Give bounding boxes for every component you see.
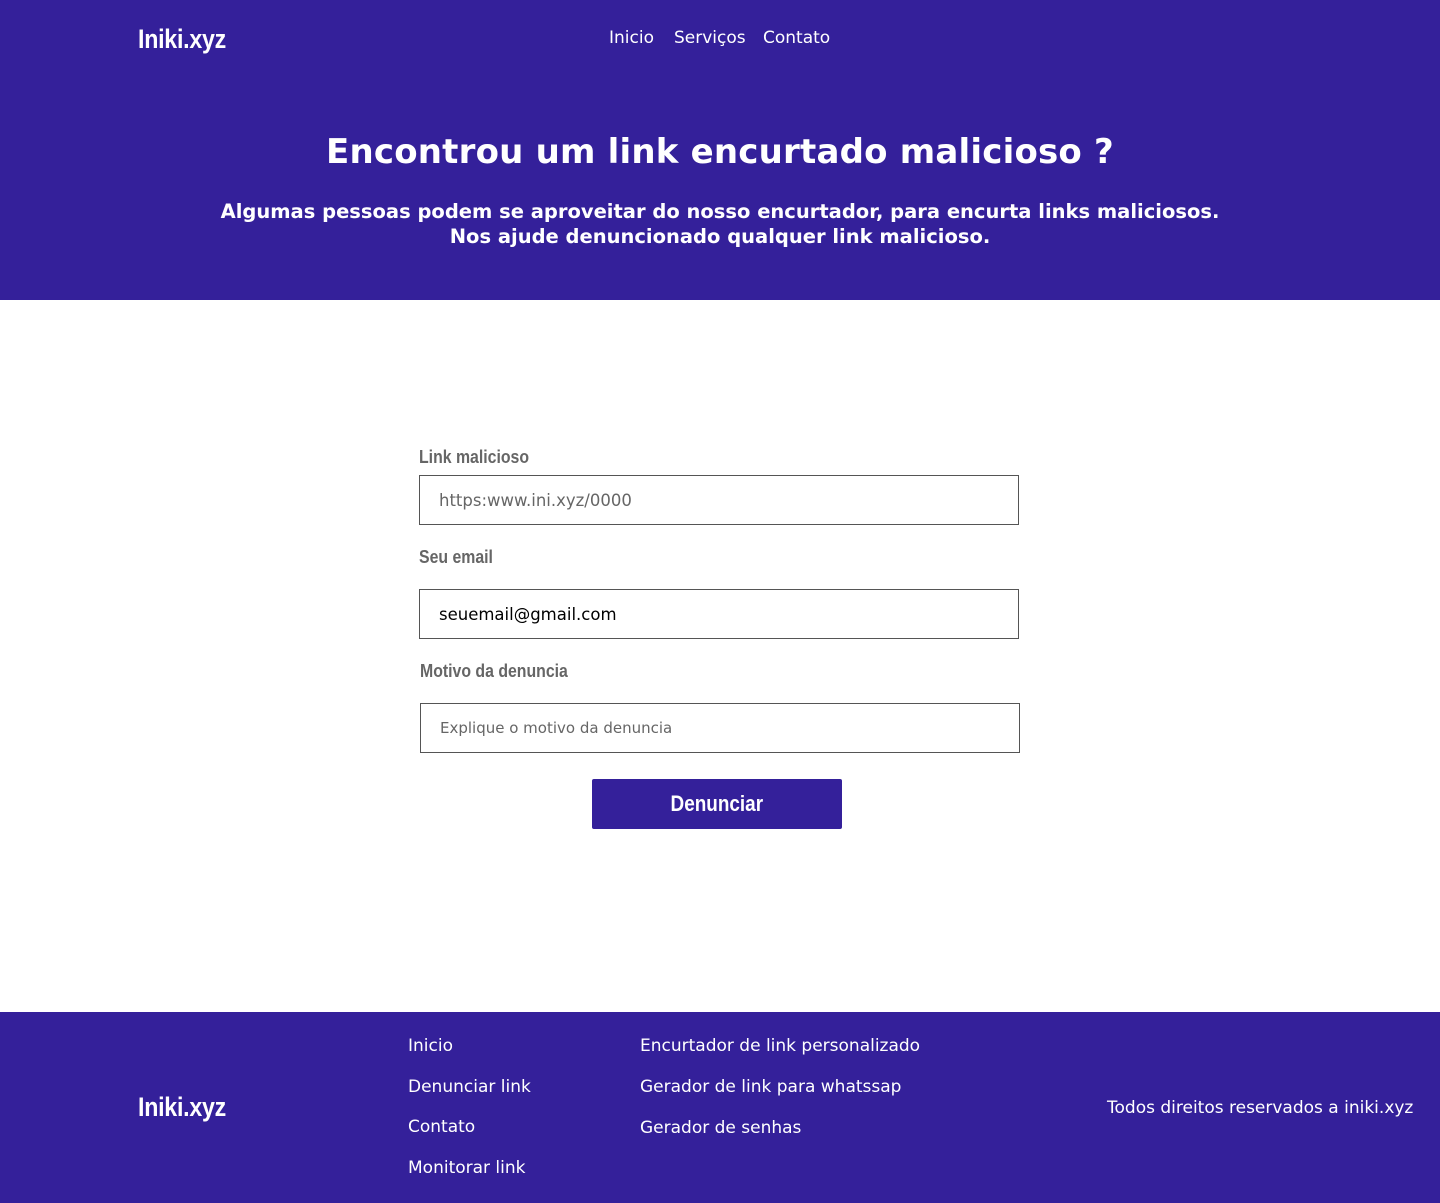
denunciar-button[interactable]: Denunciar bbox=[592, 779, 842, 829]
footer-link-encurtador[interactable]: Encurtador de link personalizado bbox=[640, 1036, 920, 1056]
hero-subtitle-line-2: Nos ajude denuncionado qualquer link mal… bbox=[449, 225, 991, 248]
footer-link-inicio[interactable]: Inicio bbox=[408, 1036, 453, 1056]
footer-link-monitorar[interactable]: Monitorar link bbox=[408, 1158, 526, 1178]
motivo-label: Motivo da denuncia bbox=[420, 661, 568, 681]
footer-link-contato[interactable]: Contato bbox=[408, 1117, 475, 1137]
link-label: Link malicioso bbox=[419, 447, 530, 467]
email-input[interactable] bbox=[419, 589, 1019, 639]
link-input[interactable] bbox=[419, 475, 1019, 525]
nav-link-servicos[interactable]: Serviços bbox=[674, 28, 746, 48]
footer-link-senhas[interactable]: Gerador de senhas bbox=[640, 1118, 801, 1138]
motivo-input[interactable] bbox=[420, 703, 1020, 753]
nav-link-contato[interactable]: Contato bbox=[763, 28, 830, 48]
denunciar-button-label: Denunciar bbox=[670, 791, 764, 816]
email-label: Seu email bbox=[419, 547, 493, 567]
copyright-text: Todos direitos reservados a iniki.xyz bbox=[1107, 1098, 1414, 1118]
footer: Iniki.xyz Inicio Denunciar link Contato … bbox=[0, 1012, 1440, 1203]
logo[interactable]: Iniki.xyz bbox=[138, 24, 226, 55]
hero-title: Encontrou um link encurtado malicioso ? bbox=[326, 132, 1114, 172]
footer-link-denunciar[interactable]: Denunciar link bbox=[408, 1077, 531, 1097]
nav-link-inicio[interactable]: Inicio bbox=[609, 28, 654, 48]
footer-logo[interactable]: Iniki.xyz bbox=[138, 1092, 226, 1123]
hero-subtitle-line-1: Algumas pessoas podem se aproveitar do n… bbox=[220, 200, 1220, 223]
footer-link-whatsapp[interactable]: Gerador de link para whatssap bbox=[640, 1077, 901, 1097]
hero-header: Iniki.xyz Inicio Serviços Contato Encont… bbox=[0, 0, 1440, 300]
